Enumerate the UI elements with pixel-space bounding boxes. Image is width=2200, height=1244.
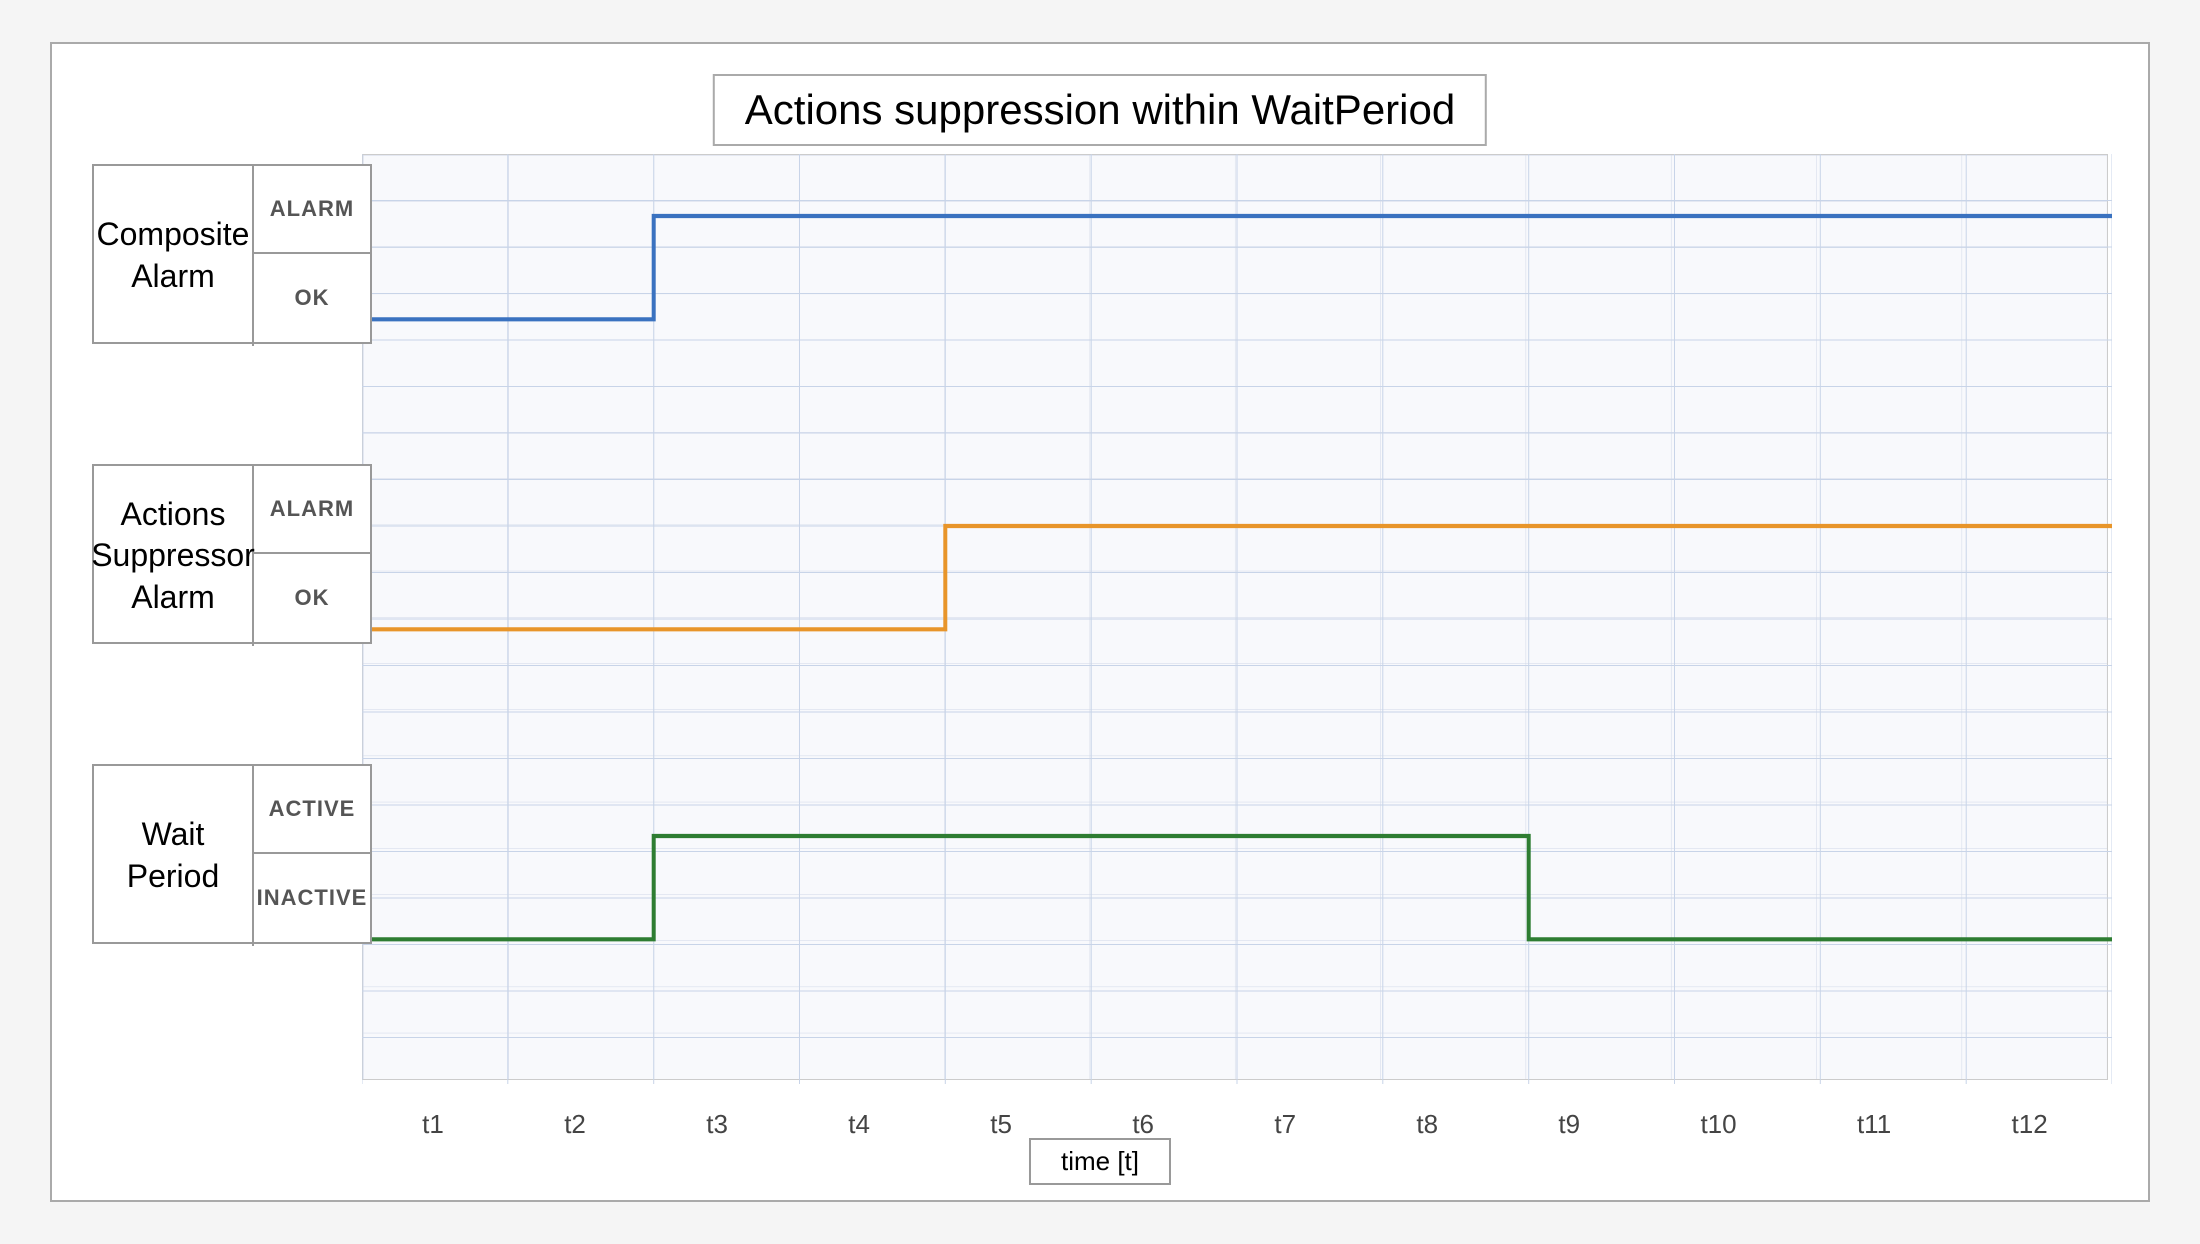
tick-t3: t3 [706, 1109, 728, 1140]
tick-t5: t5 [990, 1109, 1012, 1140]
tick-t7: t7 [1274, 1109, 1296, 1140]
chart-title: Actions suppression within WaitPeriod [713, 74, 1487, 146]
tick-t10: t10 [1700, 1109, 1736, 1140]
chart-container: Actions suppression within WaitPeriod //… [50, 42, 2150, 1202]
tick-t11: t11 [1857, 1109, 1891, 1140]
actions-suppressor-label: ActionsSuppressorAlarm [94, 466, 254, 646]
timing-diagram-svg [362, 154, 2112, 1084]
tick-t6: t6 [1132, 1109, 1154, 1140]
wait-period-state-active: ACTIVE [254, 766, 370, 854]
wait-period-label: WaitPeriod [94, 766, 254, 946]
composite-alarm-state-ok: OK [254, 254, 370, 342]
tick-t1: t1 [422, 1109, 444, 1140]
tick-t9: t9 [1558, 1109, 1580, 1140]
composite-alarm-states: ALARM OK [254, 166, 370, 342]
tick-t8: t8 [1416, 1109, 1438, 1140]
composite-alarm-label: CompositeAlarm [94, 166, 254, 346]
wait-period-state-inactive: INACTIVE [254, 854, 370, 942]
composite-alarm-state-alarm: ALARM [254, 166, 370, 254]
time-axis: t1 t2 t3 t4 t5 t6 t7 t8 t9 t10 t11 t12 [362, 1109, 2108, 1140]
wait-period-panel: WaitPeriod ACTIVE INACTIVE [92, 764, 372, 944]
time-label: time [t] [1029, 1138, 1171, 1185]
tick-t12: t12 [2012, 1109, 2048, 1140]
actions-suppressor-state-alarm: ALARM [254, 466, 370, 554]
actions-suppressor-panel: ActionsSuppressorAlarm ALARM OK [92, 464, 372, 644]
tick-t2: t2 [564, 1109, 586, 1140]
actions-suppressor-state-ok: OK [254, 554, 370, 642]
actions-suppressor-states: ALARM OK [254, 466, 370, 642]
wait-period-states: ACTIVE INACTIVE [254, 766, 370, 942]
tick-t4: t4 [848, 1109, 870, 1140]
composite-alarm-panel: CompositeAlarm ALARM OK [92, 164, 372, 344]
